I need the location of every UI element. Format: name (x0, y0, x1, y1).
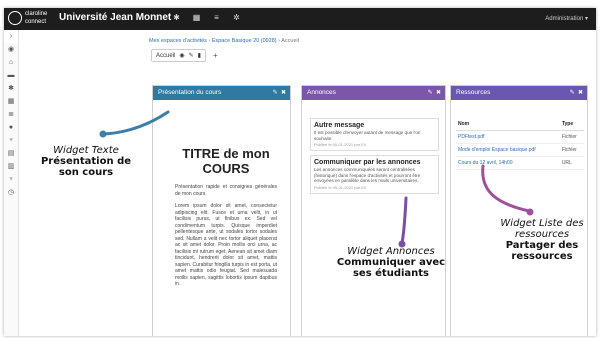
callout-annonces: Widget Annonces Communiquer avec ses étu… (336, 246, 446, 279)
callout-texte-line1: Widget Texte (53, 145, 119, 156)
callout-ressources-line1: Widget Liste des (500, 218, 584, 229)
callout-ressources-line2: ressources (514, 229, 570, 240)
callout-ressources-line4: ressources (511, 251, 573, 262)
callout-annonces-line3: ses étudiants (352, 268, 430, 279)
callout-annonces-line1: Widget Annonces (347, 246, 435, 257)
connector-texte (102, 110, 170, 136)
connector-annonces (400, 196, 408, 245)
connector-dot-texte (99, 130, 107, 138)
app-window: claroline connect Université Jean Monnet… (4, 8, 596, 336)
callout-annonces-line2: Communiquer avec (336, 257, 446, 268)
connector-ressources (481, 164, 531, 213)
callout-ressources-line3: Partager des (505, 240, 579, 251)
callout-texte-line3: son cours (58, 167, 114, 178)
callout-texte: Widget Texte Présentation de son cours (36, 145, 136, 178)
connector-dot-ressources (526, 208, 534, 216)
callout-ressources: Widget Liste des ressources Partager des… (492, 218, 592, 262)
callout-texte-line2: Présentation de (40, 156, 132, 167)
